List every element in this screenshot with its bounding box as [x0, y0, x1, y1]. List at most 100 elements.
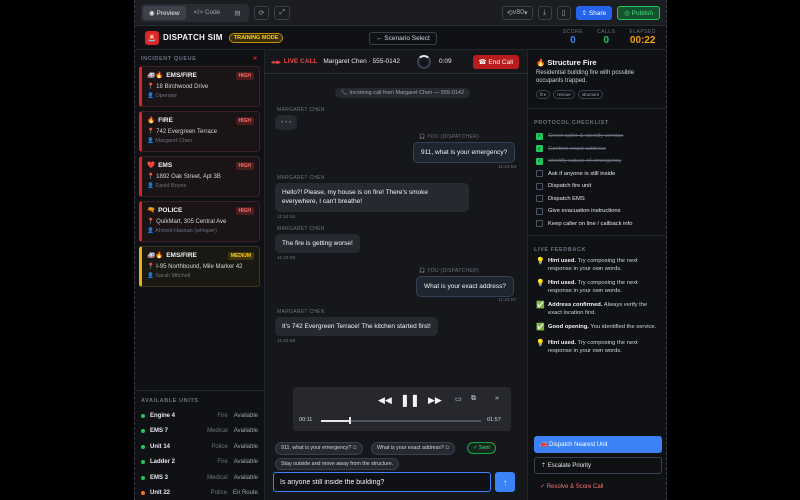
call-timer-ring — [417, 55, 431, 69]
copy-icon: ⧉ — [445, 445, 450, 451]
view-toggle: ◉ Preview </> Code ▤ — [141, 3, 249, 22]
stat-value: 0 — [570, 35, 576, 46]
message-input[interactable] — [273, 472, 491, 492]
protocol-checklist: ✓ Greet caller & identify service ✓ Confirm… — [528, 130, 666, 230]
checklist-item[interactable]: Dispatch fire unit — [528, 180, 666, 193]
pip-icon[interactable]: ⧉ — [471, 395, 476, 403]
checkbox-icon[interactable] — [536, 195, 543, 203]
unit-name: Unit 14 — [150, 443, 171, 450]
suggestion-chip[interactable]: 911, what is your emergency? ⧉ — [275, 442, 363, 455]
incident-card[interactable]: 🚑🔥 EMS/FIRE HIGH 📍 18 Birchwood Drive 👤 Oper… — [139, 66, 260, 107]
checkbox-icon[interactable] — [536, 182, 543, 190]
unit-row[interactable]: EMS 7 Medical Available — [135, 424, 264, 440]
scenario-select-button[interactable]: ← Scenario Select — [369, 32, 437, 45]
incident-address: 📍 I-95 Northbound, Mile Marker 42 — [147, 263, 254, 270]
checklist-item[interactable]: Keep caller on line / callback info — [528, 217, 666, 230]
incident-queue: 🚑🔥 EMS/FIRE HIGH 📍 18 Birchwood Drive 👤 Oper… — [135, 66, 264, 287]
message-sender: 🎧 YOU (DISPATCHER) — [419, 134, 479, 140]
checklist-item[interactable]: Give evacuation instructions — [528, 205, 666, 218]
end-call-label: End Call — [488, 59, 513, 66]
incident-caller-text: Sarah Mitchell — [155, 273, 191, 279]
person-icon: 👤 — [147, 228, 156, 234]
mode-badge: TRAINING MODE — [228, 32, 284, 43]
refresh-icon[interactable]: ⟳ — [253, 5, 270, 20]
expand-icon[interactable]: » — [495, 395, 499, 402]
suggestion-chip[interactable]: Stay outside and move away from the stru… — [275, 458, 400, 470]
incident-type-icon: 🚑🔥 — [147, 252, 164, 259]
status-dot — [141, 491, 145, 496]
checklist-item[interactable]: ✓ Greet caller & identify service — [528, 130, 666, 143]
incident-address: 📍 742 Evergreen Terrace — [147, 128, 254, 135]
message-bubble: 911, what is your emergency? — [413, 142, 516, 164]
unit-row[interactable]: EMS 3 Medical Available — [135, 470, 264, 486]
unit-type: Police — [210, 490, 227, 497]
resolve-call-button[interactable]: ✓ Resolve & Score Call — [534, 478, 662, 495]
app-title: DISPATCH SIM — [163, 33, 223, 42]
incident-card[interactable]: 🚑🔥 EMS/FIRE MEDIUM 📍 I-95 Northbound, Mile … — [139, 246, 260, 287]
send-button[interactable]: ↑ — [495, 472, 515, 492]
version-select[interactable]: ⟲ v80 ▾ — [501, 5, 533, 20]
suggestion-chip[interactable]: What is your exact address? ⧉ — [371, 442, 456, 455]
checklist-label: Identify nature of emergency — [548, 158, 622, 165]
code-tab[interactable]: </> Code — [188, 6, 227, 20]
dispatch-nearest-unit-button[interactable]: 🚒 Dispatch Nearest Unit — [534, 436, 662, 453]
checkbox-checked-icon[interactable]: ✓ — [536, 145, 543, 153]
rewind-icon[interactable]: ◀◀ — [378, 395, 392, 406]
incident-tag: fire — [536, 89, 551, 99]
status-dot — [141, 475, 145, 480]
player-progress-knob[interactable] — [348, 417, 351, 424]
status-dot — [141, 429, 145, 434]
fast-forward-icon[interactable]: ▶▶ — [428, 395, 442, 406]
close-icon[interactable]: ✕ — [253, 56, 258, 62]
priority-badge: HIGH — [235, 162, 254, 170]
incident-tag: rescue — [553, 89, 575, 99]
audio-player: ◀◀ ❚❚ ▶▶ ▭ ⧉ » 00:11 01:57 — [293, 387, 511, 431]
cast-icon[interactable]: ▭ — [455, 395, 462, 403]
message-sender: MARGARET CHEN — [277, 309, 325, 315]
stat-value: 0 — [603, 35, 610, 46]
suggestion-text: What is your exact address? — [377, 445, 444, 451]
escalate-priority-button[interactable]: ⇡ Escalate Priority — [534, 457, 662, 474]
end-call-button[interactable]: ☎ End Call — [472, 55, 519, 69]
incident-caller: 👤 Ahmed Hassan (whisper) — [147, 228, 254, 234]
checklist-item[interactable]: Dispatch EMS — [528, 192, 666, 205]
unit-row[interactable]: Unit 22 Police En Route — [135, 486, 264, 500]
incident-type-icon: ❤️ — [147, 162, 156, 169]
incident-type-label: EMS/FIRE — [166, 251, 197, 259]
incident-queue-title: INCIDENT QUEUE — [141, 56, 197, 62]
checkbox-icon[interactable] — [536, 170, 543, 178]
bookmark-icon[interactable]: ▯ — [556, 5, 571, 20]
unit-row[interactable]: Engine 4 Fire Available — [135, 408, 264, 424]
checklist-item[interactable]: ✓ Identify nature of emergency — [528, 155, 666, 168]
layout-icon[interactable]: ▤ — [228, 6, 246, 20]
download-icon[interactable]: ⤓ — [537, 5, 552, 20]
checkbox-icon[interactable] — [536, 207, 543, 215]
checkbox-icon[interactable] — [536, 220, 543, 228]
pin-icon: 📍 — [147, 129, 157, 135]
unit-type: Fire — [217, 459, 228, 466]
checkbox-checked-icon[interactable]: ✓ — [536, 132, 543, 140]
message-bubble: The fire is getting worse! — [275, 234, 360, 254]
incident-card[interactable]: ❤️ EMS HIGH 📍 1892 Oak Street, Apt 3B 👤 Davi… — [139, 156, 260, 197]
checklist-item[interactable]: ✓ Confirm exact address — [528, 142, 666, 155]
incident-card[interactable]: 🔥 FIRE HIGH 📍 742 Evergreen Terrace 👤 Margar… — [139, 111, 260, 152]
system-message: 📞 Incoming call from Margaret Chen — 555… — [335, 88, 471, 98]
incident-address: 📍 18 Birchwood Drive — [147, 83, 254, 90]
share-button[interactable]: ⇪ Share — [575, 5, 613, 20]
unit-type: Medical — [207, 474, 228, 481]
checkbox-checked-icon[interactable]: ✓ — [536, 157, 543, 165]
stats-panel: SCORE 0 CALLS 0 ELAPSED 00:22 — [563, 29, 656, 46]
checklist-item[interactable]: Ask if anyone is still inside — [528, 167, 666, 180]
publish-button[interactable]: ◎ Publish — [617, 5, 660, 20]
fullscreen-icon[interactable]: ⤢ — [274, 5, 290, 20]
unit-row[interactable]: Unit 14 Police Available — [135, 439, 264, 455]
feedback-item: ✅ Good opening. You identified the servic… — [528, 323, 666, 333]
player-progress[interactable] — [321, 417, 481, 424]
incident-card[interactable]: 🔫 POLICE HIGH 📍 QuikMart, 305 Central Ave 👤 … — [139, 201, 260, 242]
unit-type: Medical — [207, 428, 228, 435]
unit-row[interactable]: Ladder 2 Fire Available — [135, 455, 264, 471]
incident-tag: structure — [577, 89, 604, 99]
preview-tab[interactable]: ◉ Preview — [143, 5, 186, 20]
incident-type-icon: 🔥 — [147, 117, 156, 124]
pause-icon[interactable]: ❚❚ — [400, 393, 420, 407]
